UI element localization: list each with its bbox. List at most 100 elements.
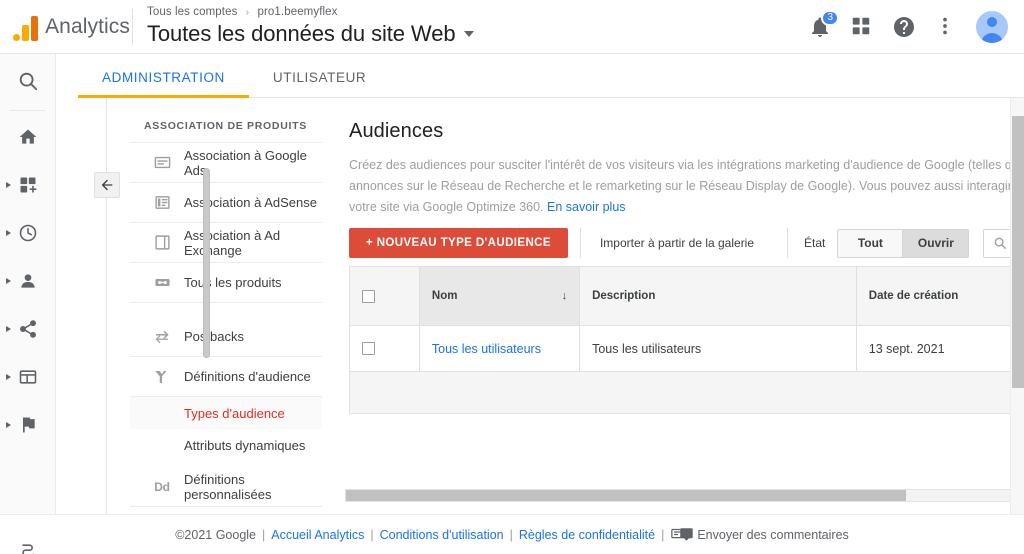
header-date-creation[interactable]: Date de création <box>856 266 1024 326</box>
breadcrumb-property[interactable]: pro1.beemyflex <box>257 6 337 18</box>
audiences-description: Créez des audiences pour susciter l'inté… <box>340 143 1024 218</box>
nav-item-label: Définitions d'audience <box>184 369 311 384</box>
description-line-3: votre site via Google Optimize 360. En s… <box>349 197 1024 218</box>
top-bar: Analytics Tous les comptes › pro1.beemyf… <box>0 0 1024 54</box>
notifications-icon[interactable]: 3 <box>808 9 839 39</box>
google-ads-link-icon <box>152 154 172 171</box>
expand-arrow-icon <box>6 422 11 428</box>
audiences-heading: Audiences <box>349 120 444 142</box>
audiences-table: Nom ↓ Description Date de création Date … <box>349 266 1024 372</box>
table-footer <box>349 372 1024 414</box>
sort-descending-icon[interactable]: ↓ <box>562 290 568 302</box>
brand-name: Analytics <box>45 14 130 38</box>
description-line-3-text: votre site via Google Optimize 360. <box>349 200 548 214</box>
sidebar-item-customization[interactable] <box>0 161 55 209</box>
settings-nav: ASSOCIATION DE PRODUITS Association à Go… <box>122 98 330 514</box>
row-checkbox-cell <box>349 325 420 372</box>
table-header: Nom ↓ Description Date de création Date … <box>349 266 1024 326</box>
expand-arrow-icon <box>6 326 11 332</box>
state-filter-ouvrir[interactable]: Ouvrir <box>903 228 970 258</box>
expand-arrow-icon <box>6 374 11 380</box>
settings-nav-scrollbar[interactable] <box>203 168 210 358</box>
notifications-badge: 3 <box>821 9 839 26</box>
horizontal-scrollbar[interactable] <box>345 489 1023 502</box>
apps-grid-icon[interactable] <box>850 15 874 39</box>
ad-exchange-link-icon <box>152 234 172 251</box>
more-vert-icon[interactable] <box>934 15 958 39</box>
footer-link-accueil-analytics[interactable]: Accueil Analytics <box>271 528 364 542</box>
expand-arrow-icon <box>6 230 11 236</box>
property-selector[interactable]: Tous les comptes › pro1.beemyflex Toutes… <box>147 5 475 48</box>
state-filter-label: État <box>804 236 826 250</box>
table-row[interactable]: Tous les utilisateurs Tous les utilisate… <box>349 325 1024 372</box>
nav-item-google-ads-link[interactable]: Association à Google Ads <box>130 143 322 183</box>
horizontal-scrollbar-thumb[interactable] <box>346 490 906 501</box>
sidebar-item-home[interactable] <box>0 113 55 161</box>
header-description[interactable]: Description <box>579 266 857 326</box>
footer-link-conditions[interactable]: Conditions d'utilisation <box>380 528 504 542</box>
sidebar-item-realtime[interactable] <box>0 209 55 257</box>
nav-item-label: Définitions personnalisées <box>184 471 272 502</box>
feedback-icon <box>670 527 696 543</box>
nav-item-data-import[interactable]: Dd Importation de données <box>130 507 322 514</box>
sidebar-item-audience[interactable] <box>0 257 55 305</box>
postbacks-icon <box>152 328 172 346</box>
breadcrumb-account[interactable]: Tous les comptes <box>147 6 237 18</box>
left-nav-rail <box>0 54 56 554</box>
page-title[interactable]: Toutes les données du site Web <box>147 20 475 48</box>
vertical-scrollbar[interactable] <box>1010 98 1024 514</box>
audiences-toolbar: + NOUVEAU TYPE D'AUDIENCE Importer à par… <box>349 228 1024 258</box>
new-audience-button[interactable]: + NOUVEAU TYPE D'AUDIENCE <box>349 228 568 258</box>
sidebar-item-acquisition[interactable] <box>0 305 55 353</box>
header-divider <box>132 8 133 45</box>
avatar[interactable] <box>976 10 1008 43</box>
all-products-icon <box>152 274 172 291</box>
topbar-actions: 3 <box>808 9 1024 43</box>
nav-item-audience-definitions[interactable]: Définitions d'audience <box>130 357 322 397</box>
header-nom-label: Nom <box>431 290 458 302</box>
help-icon[interactable] <box>892 15 916 39</box>
import-from-gallery-button[interactable]: Importer à partir de la galerie <box>579 228 773 258</box>
feedback-label[interactable]: Envoyer des commentaires <box>697 528 848 542</box>
footer-separator: | <box>661 527 665 542</box>
property-title-text: Toutes les données du site Web <box>147 21 456 46</box>
row-checkbox[interactable] <box>362 342 375 355</box>
nav-subitem-label: Attributs dynamiques <box>184 437 306 453</box>
nav-subitem-types-daudience[interactable]: Types d'audience <box>130 397 322 429</box>
nav-item-all-products[interactable]: Tous les produits <box>130 263 322 303</box>
sidebar-item-conversions[interactable] <box>0 401 55 449</box>
vertical-scrollbar-thumb[interactable] <box>1012 116 1024 388</box>
custom-definitions-icon: Dd <box>154 479 170 494</box>
google-analytics-admin-page: Analytics Tous les comptes › pro1.beemyf… <box>0 0 1024 554</box>
state-filter-group: État Tout Ouvrir <box>787 228 970 258</box>
learn-more-link[interactable]: En savoir plus <box>547 200 626 214</box>
nav-item-ad-exchange-link[interactable]: Association à Ad Exchange <box>130 223 322 263</box>
table-body: Tous les utilisateurs Tous les utilisate… <box>349 325 1024 372</box>
chevron-down-icon[interactable] <box>464 31 475 37</box>
collapse-nav-button[interactable] <box>94 172 120 198</box>
nav-item-adsense-link[interactable]: Association à AdSense <box>130 183 322 223</box>
footer-separator: | <box>262 527 266 542</box>
audience-name-link[interactable]: Tous les utilisateurs <box>432 342 541 356</box>
table-header-row: Nom ↓ Description Date de création Date … <box>349 266 1024 326</box>
expand-arrow-icon <box>6 182 11 188</box>
header-select-all <box>349 266 420 326</box>
nav-column-divider <box>106 98 107 514</box>
nav-subitem-attributs-dynamiques[interactable]: Attributs dynamiques <box>130 429 322 461</box>
copyright-text: ©2021 Google <box>175 527 257 542</box>
tab-administration[interactable]: ADMINISTRATION <box>78 70 249 98</box>
select-all-checkbox[interactable] <box>362 289 375 303</box>
footer-link-confidentialite[interactable]: Règles de confidentialité <box>519 528 655 542</box>
nav-item-custom-definitions[interactable]: Dd Définitions personnalisées <box>130 467 322 507</box>
header-nom[interactable]: Nom ↓ <box>419 266 581 326</box>
state-filter-tout[interactable]: Tout <box>837 228 904 258</box>
nav-item-postbacks[interactable]: Postbacks <box>130 317 322 357</box>
nav-item-label: Postbacks <box>184 329 244 344</box>
admin-tabs: ADMINISTRATION UTILISATEUR <box>78 54 1024 98</box>
search-icon[interactable] <box>0 54 55 108</box>
tab-utilisateur[interactable]: UTILISATEUR <box>249 70 390 97</box>
analytics-logo-area[interactable]: Analytics <box>0 13 130 41</box>
sidebar-item-behavior[interactable] <box>0 353 55 401</box>
search-icon <box>993 236 1007 250</box>
breadcrumb: Tous les comptes › pro1.beemyflex <box>147 5 474 20</box>
